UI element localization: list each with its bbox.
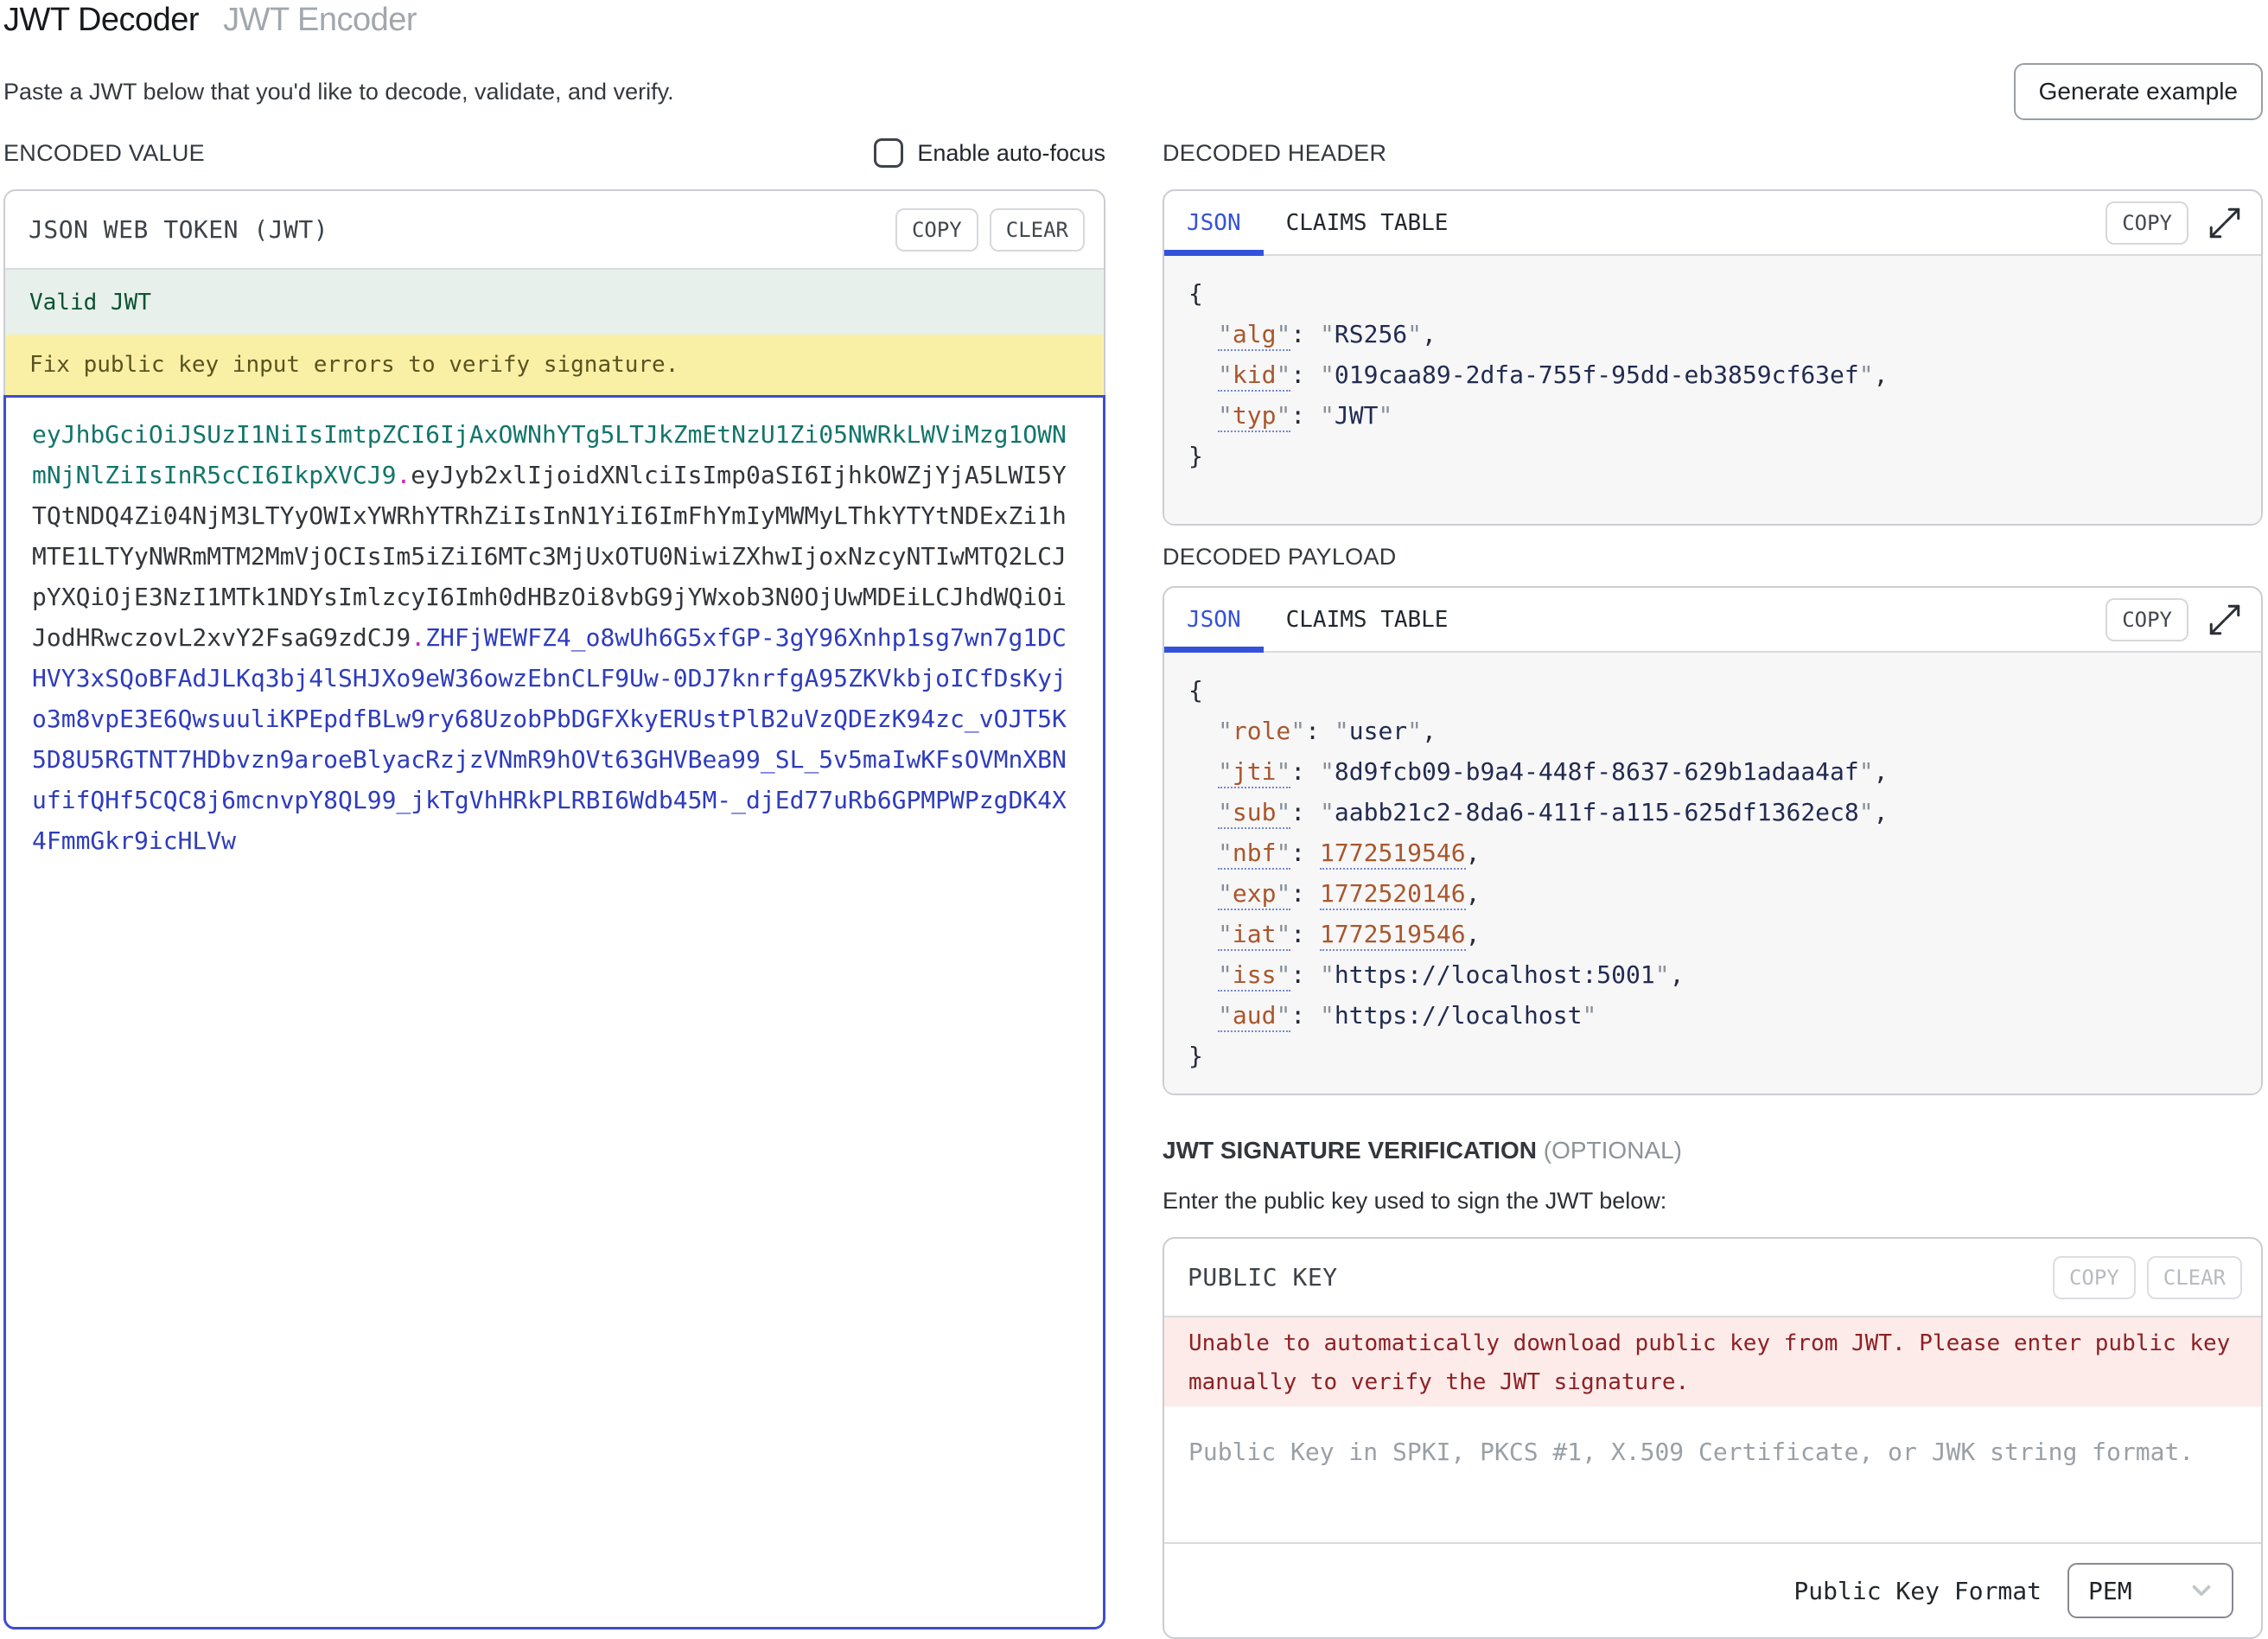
jwt-input-card: JSON WEB TOKEN (JWT) COPY CLEAR Valid JW… [3, 189, 1105, 1629]
chevron-down-icon [2187, 1576, 2216, 1605]
public-key-error-banner: Unable to automatically download public … [1164, 1317, 2261, 1406]
jwt-signature-segment: ZHFjWEWFZ4_o8wUh6G5xfGP-3gY96Xnhp1sg7wn7… [32, 623, 1067, 855]
json-line: } [1188, 436, 2261, 476]
autofocus-label: Enable auto-focus [917, 140, 1105, 167]
json-key: "iss" [1218, 960, 1290, 992]
jwt-token-text: eyJhbGciOiJSUzI1NiIsImtpZCI6IjAxOWNhYTg5… [32, 414, 1073, 861]
intro-row: Paste a JWT below that you'd like to dec… [3, 62, 2263, 121]
json-claim-line: "jti": "8d9fcb09-b9a4-448f-8637-629b1ada… [1188, 751, 2261, 792]
json-value: 1772519546 [1320, 920, 1466, 951]
json-key: "alg" [1218, 320, 1290, 351]
json-claim-line: "exp": 1772520146, [1188, 873, 2261, 914]
json-claim-line: "iat": 1772519546, [1188, 914, 2261, 954]
app-title-bar: JWT Decoder JWT Encoder [3, 2, 2263, 45]
decoded-payload-tab-json[interactable]: JSON [1164, 588, 1264, 651]
json-key: "role" [1218, 717, 1305, 745]
signature-verification-heading: JWT SIGNATURE VERIFICATION (OPTIONAL) [1163, 1137, 2263, 1164]
decoded-column: DECODED HEADER JSON CLAIMS TABLE COPY [1163, 138, 2263, 1639]
public-key-instruction: Enter the public key used to sign the JW… [1163, 1188, 2263, 1215]
encoded-value-label: ENCODED VALUE [3, 140, 205, 167]
enable-autofocus-control[interactable]: Enable auto-focus [874, 138, 1105, 168]
optional-label: (OPTIONAL) [1544, 1137, 1682, 1164]
json-claim-line: "nbf": 1772519546, [1188, 832, 2261, 873]
public-key-card: PUBLIC KEY COPY CLEAR Unable to automati… [1163, 1237, 2263, 1639]
json-line: { [1188, 670, 2261, 711]
decoded-payload-expand-icon[interactable] [2206, 601, 2244, 639]
jwt-token-input[interactable]: eyJhbGciOiJSUzI1NiIsImtpZCI6IjAxOWNhYTg5… [3, 395, 1105, 1629]
decoded-payload-card: JSON CLAIMS TABLE COPY {"role": "user","… [1163, 586, 2263, 1095]
json-line: { [1188, 273, 2261, 314]
jwt-decoder-page: JWT Decoder JWT Encoder Paste a JWT belo… [0, 0, 2268, 1633]
json-line: } [1188, 1036, 2261, 1076]
public-key-error-line: manually to verify the JWT signature. [1188, 1363, 2237, 1402]
json-claim-line: "typ": "JWT" [1188, 395, 2261, 436]
public-key-format-select[interactable]: PEM [2067, 1563, 2233, 1618]
jwt-separator-dot: . [396, 461, 411, 489]
decoded-header-card: JSON CLAIMS TABLE COPY {"alg": "RS256","… [1163, 189, 2263, 526]
decoded-header-expand-icon[interactable] [2206, 204, 2244, 242]
jwt-card-title: JSON WEB TOKEN (JWT) [29, 215, 328, 244]
public-key-format-row: Public Key Format PEM [1164, 1542, 2261, 1637]
public-key-copy-button[interactable]: COPY [2053, 1256, 2136, 1299]
json-key: "kid" [1218, 360, 1290, 392]
jwt-clear-button[interactable]: CLEAR [990, 208, 1085, 252]
public-key-placeholder: Public Key in SPKI, PKCS #1, X.509 Certi… [1188, 1438, 2194, 1466]
decoded-header-tab-claims-table[interactable]: CLAIMS TABLE [1264, 191, 1471, 254]
json-value: "user" [1335, 717, 1422, 745]
decoded-payload-tab-claims-table[interactable]: CLAIMS TABLE [1264, 588, 1471, 651]
decoded-header-tab-json[interactable]: JSON [1164, 191, 1264, 254]
generate-example-button[interactable]: Generate example [2014, 63, 2263, 120]
public-key-error-line: Unable to automatically download public … [1188, 1324, 2237, 1363]
decoded-header-copy-button[interactable]: COPY [2106, 201, 2188, 245]
json-value: "RS256" [1320, 320, 1422, 348]
valid-jwt-banner: Valid JWT [5, 270, 1104, 335]
json-claim-line: "sub": "aabb21c2-8da6-411f-a115-625df136… [1188, 792, 2261, 832]
public-key-clear-button[interactable]: CLEAR [2147, 1256, 2242, 1299]
json-key: "aud" [1218, 1001, 1290, 1032]
jwt-separator-dot: . [411, 623, 425, 652]
json-claim-line: "iss": "https://localhost:5001", [1188, 954, 2261, 995]
json-claim-line: "alg": "RS256", [1188, 314, 2261, 354]
tab-jwt-decoder[interactable]: JWT Decoder [3, 2, 199, 39]
decoded-payload-copy-button[interactable]: COPY [2106, 598, 2188, 641]
autofocus-checkbox[interactable] [874, 138, 903, 168]
signature-warning-banner: Fix public key input errors to verify si… [5, 335, 1104, 395]
json-value: "https://localhost:5001" [1320, 960, 1670, 989]
json-key: "nbf" [1218, 839, 1290, 870]
json-key: "iat" [1218, 920, 1290, 951]
jwt-copy-button[interactable]: COPY [895, 208, 978, 252]
public-key-format-value: PEM [2088, 1577, 2132, 1605]
public-key-input[interactable]: Public Key in SPKI, PKCS #1, X.509 Certi… [1164, 1406, 2261, 1542]
json-value: "019caa89-2dfa-755f-95dd-eb3859cf63ef" [1320, 360, 1874, 389]
public-key-format-label: Public Key Format [1793, 1577, 2042, 1605]
decoded-header-label: DECODED HEADER [1163, 140, 1386, 167]
json-key: "exp" [1218, 879, 1290, 910]
json-value: "8d9fcb09-b9a4-448f-8637-629b1adaa4af" [1320, 757, 1874, 786]
decoded-header-json: {"alg": "RS256","kid": "019caa89-2dfa-75… [1164, 256, 2261, 524]
json-key: "jti" [1218, 757, 1290, 788]
json-value: "https://localhost" [1320, 1001, 1596, 1030]
json-key: "sub" [1218, 798, 1290, 829]
json-claim-line: "aud": "https://localhost" [1188, 995, 2261, 1036]
json-value: 1772520146 [1320, 879, 1466, 910]
json-claim-line: "kid": "019caa89-2dfa-755f-95dd-eb3859cf… [1188, 354, 2261, 395]
json-claim-line: "role": "user", [1188, 711, 2261, 751]
public-key-card-title: PUBLIC KEY [1188, 1263, 1338, 1291]
page-subtitle: Paste a JWT below that you'd like to dec… [3, 79, 674, 105]
json-key: "typ" [1218, 401, 1290, 432]
decoded-payload-json: {"role": "user","jti": "8d9fcb09-b9a4-44… [1164, 653, 2261, 1094]
json-value: "aabb21c2-8da6-411f-a115-625df1362ec8" [1320, 798, 1874, 826]
json-value: "JWT" [1320, 401, 1392, 430]
decoded-payload-label: DECODED PAYLOAD [1163, 544, 1397, 571]
tab-jwt-encoder[interactable]: JWT Encoder [223, 2, 417, 39]
encoded-column: ENCODED VALUE Enable auto-focus JSON WEB… [3, 138, 1105, 1639]
json-value: 1772519546 [1320, 839, 1466, 870]
